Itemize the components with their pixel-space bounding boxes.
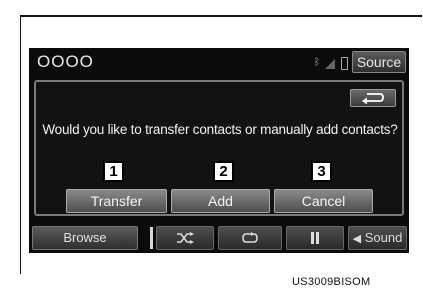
add-button[interactable]: Add <box>171 189 270 213</box>
status-bar: OOOO ᛒ Source <box>29 48 409 78</box>
browse-button[interactable]: Browse <box>32 226 138 250</box>
bar-divider <box>150 227 153 249</box>
pause-icon <box>311 232 319 244</box>
transfer-dialog: Would you like to transfer contacts or m… <box>34 80 404 216</box>
callout-marker-3: 3 <box>311 161 332 182</box>
status-icons: ᛒ <box>314 57 354 71</box>
head-unit-screen: OOOO ᛒ Source Would you like to transfer… <box>29 48 409 253</box>
sound-button[interactable]: ◀ Sound <box>348 226 407 250</box>
sound-label: Sound <box>364 230 403 245</box>
figure-caption: US3009BISOM <box>292 276 371 288</box>
transfer-button[interactable]: Transfer <box>66 189 167 213</box>
media-control-bar: Browse ◀ Sound <box>29 223 409 253</box>
callout-marker-2: 2 <box>213 161 234 182</box>
screen-title: OOOO <box>37 52 94 71</box>
shuffle-button[interactable] <box>156 226 214 250</box>
pause-button[interactable] <box>286 226 344 250</box>
shuffle-icon <box>177 232 194 244</box>
back-arrow-icon <box>362 93 384 104</box>
bluetooth-icon: ᛒ <box>314 57 320 68</box>
back-button[interactable] <box>350 89 396 107</box>
callout-marker-1: 1 <box>103 161 124 182</box>
cancel-button[interactable]: Cancel <box>274 189 373 213</box>
dialog-question: Would you like to transfer contacts or m… <box>42 122 398 137</box>
signal-icon <box>325 59 335 69</box>
phone-battery-icon <box>341 57 348 70</box>
source-button[interactable]: Source <box>352 51 406 73</box>
repeat-icon <box>242 232 258 243</box>
speaker-icon: ◀ <box>352 233 362 245</box>
repeat-button[interactable] <box>218 226 282 250</box>
